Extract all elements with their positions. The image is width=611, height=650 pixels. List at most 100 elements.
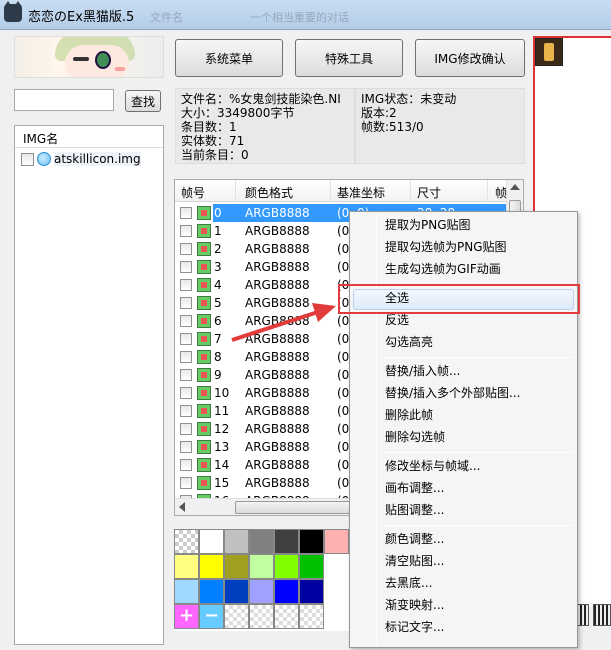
list-item[interactable]: atskillicon.img — [21, 150, 141, 168]
color-swatch[interactable] — [199, 579, 224, 604]
menu-item[interactable]: 提取勾选帧为PNG贴图 — [385, 237, 507, 257]
film-tool-icon[interactable] — [593, 604, 611, 626]
context-menu: 提取为PNG贴图 提取勾选帧为PNG贴图 生成勾选帧为GIF动画 全选 反选 勾选高亮 替换… — [349, 211, 578, 648]
color-swatch[interactable] — [249, 579, 274, 604]
color-swatch[interactable] — [224, 579, 249, 604]
frame-coord: (0 — [337, 404, 350, 418]
color-swatch[interactable] — [174, 554, 199, 579]
frame-image-icon — [197, 242, 211, 256]
img-name: atskillicon.img — [54, 152, 141, 166]
menu-item[interactable]: 替换/插入多个外部贴图... — [385, 383, 521, 403]
checkbox[interactable] — [180, 459, 192, 471]
menu-item[interactable]: 画布调整... — [385, 478, 444, 498]
frame-image-icon — [197, 260, 211, 274]
menu-item[interactable]: 去黑底... — [385, 573, 432, 593]
checkbox[interactable] — [21, 152, 34, 166]
checkbox[interactable] — [180, 387, 192, 399]
entry-count: 条目数：1 — [181, 120, 237, 134]
frame-index: 2 — [214, 242, 222, 256]
frame-format: ARGB8888 — [245, 422, 310, 436]
checkbox[interactable] — [180, 423, 192, 435]
checkbox[interactable] — [180, 279, 192, 291]
transparent-swatch[interactable] — [174, 529, 199, 554]
color-swatch[interactable] — [224, 554, 249, 579]
menu-item[interactable]: 勾选高亮 — [385, 332, 433, 352]
remove-color-icon[interactable]: − — [199, 604, 224, 629]
menu-item[interactable]: 颜色调整... — [385, 529, 444, 549]
checkbox[interactable] — [180, 405, 192, 417]
checkbox[interactable] — [180, 297, 192, 309]
color-swatch[interactable] — [274, 579, 299, 604]
checkbox[interactable] — [180, 225, 192, 237]
menu-item[interactable]: 渐变映射... — [385, 595, 444, 615]
frame-format: ARGB8888 — [245, 404, 310, 418]
cat-app-icon — [4, 1, 22, 22]
checkbox[interactable] — [180, 207, 192, 219]
checkbox[interactable] — [180, 441, 192, 453]
color-swatch[interactable] — [299, 554, 324, 579]
column-frame-index[interactable]: 帧号 — [181, 184, 205, 201]
frame-image-icon — [197, 206, 211, 220]
color-swatch[interactable] — [224, 529, 249, 554]
frame-image-icon — [197, 368, 211, 382]
checkbox[interactable] — [180, 477, 192, 489]
color-swatch[interactable] — [274, 529, 299, 554]
img-confirm-button[interactable]: IMG修改确认 — [415, 39, 525, 77]
color-swatch[interactable] — [324, 529, 349, 554]
color-swatch[interactable] — [199, 529, 224, 554]
menu-item[interactable]: 提取为PNG贴图 — [385, 215, 471, 235]
scroll-left-arrow-icon[interactable] — [179, 502, 185, 512]
search-input[interactable] — [14, 89, 114, 111]
empty-swatch[interactable] — [274, 604, 299, 629]
menu-item[interactable]: 删除此帧 — [385, 405, 433, 425]
menu-item[interactable]: 删除勾选帧 — [385, 427, 445, 447]
frame-index: 9 — [214, 368, 222, 382]
menu-item[interactable]: 贴图调整... — [385, 500, 444, 520]
frame-index: 5 — [214, 296, 222, 310]
frame-index: 13 — [214, 440, 230, 454]
frame-format: ARGB8888 — [245, 350, 310, 364]
frame-format: ARGB8888 — [245, 332, 310, 346]
menu-item[interactable]: 替换/插入帧... — [385, 361, 461, 381]
special-tools-button[interactable]: 特殊工具 — [295, 39, 403, 77]
frame-coord: (0 — [337, 476, 350, 490]
checkbox[interactable] — [180, 261, 192, 273]
add-color-icon[interactable]: + — [174, 604, 199, 629]
menu-separator — [380, 357, 574, 358]
color-swatch[interactable] — [249, 554, 274, 579]
checkbox[interactable] — [180, 333, 192, 345]
frame-index: 11 — [214, 404, 230, 418]
img-list[interactable]: IMG名 atskillicon.img — [14, 125, 164, 645]
frame-index: 3 — [214, 260, 222, 274]
checkbox[interactable] — [180, 351, 192, 363]
frame-index: 12 — [214, 422, 230, 436]
globe-icon — [37, 152, 51, 166]
empty-swatch[interactable] — [249, 604, 274, 629]
color-swatch[interactable] — [199, 554, 224, 579]
checkbox[interactable] — [180, 315, 192, 327]
column-color-format[interactable]: 颜色格式 — [245, 184, 293, 201]
system-menu-button[interactable]: 系统菜单 — [175, 39, 283, 77]
checkbox[interactable] — [180, 243, 192, 255]
preview-thumbnail[interactable] — [535, 38, 563, 66]
color-swatch[interactable] — [174, 579, 199, 604]
empty-swatch[interactable] — [299, 604, 324, 629]
frame-format: ARGB8888 — [245, 458, 310, 472]
scroll-up-arrow-icon[interactable] — [510, 184, 520, 190]
menu-item[interactable]: 修改坐标与帧域... — [385, 456, 480, 476]
column-size[interactable]: 尺寸 — [417, 184, 441, 201]
empty-swatch[interactable] — [224, 604, 249, 629]
color-swatch[interactable] — [299, 529, 324, 554]
menu-item[interactable]: 标记文字... — [385, 617, 444, 637]
menu-item[interactable]: 生成勾选帧为GIF动画 — [385, 259, 501, 279]
frame-image-icon — [197, 296, 211, 310]
checkbox[interactable] — [180, 369, 192, 381]
frame-image-icon — [197, 422, 211, 436]
column-base-coord[interactable]: 基准坐标 — [337, 184, 385, 201]
color-swatch[interactable] — [249, 529, 274, 554]
search-button[interactable]: 查找 — [125, 90, 161, 112]
menu-item[interactable]: 清空贴图... — [385, 551, 444, 571]
color-swatch[interactable] — [299, 579, 324, 604]
frame-list-header: 帧号 颜色格式 基准坐标 尺寸 帧 — [175, 180, 523, 202]
color-swatch[interactable] — [274, 554, 299, 579]
